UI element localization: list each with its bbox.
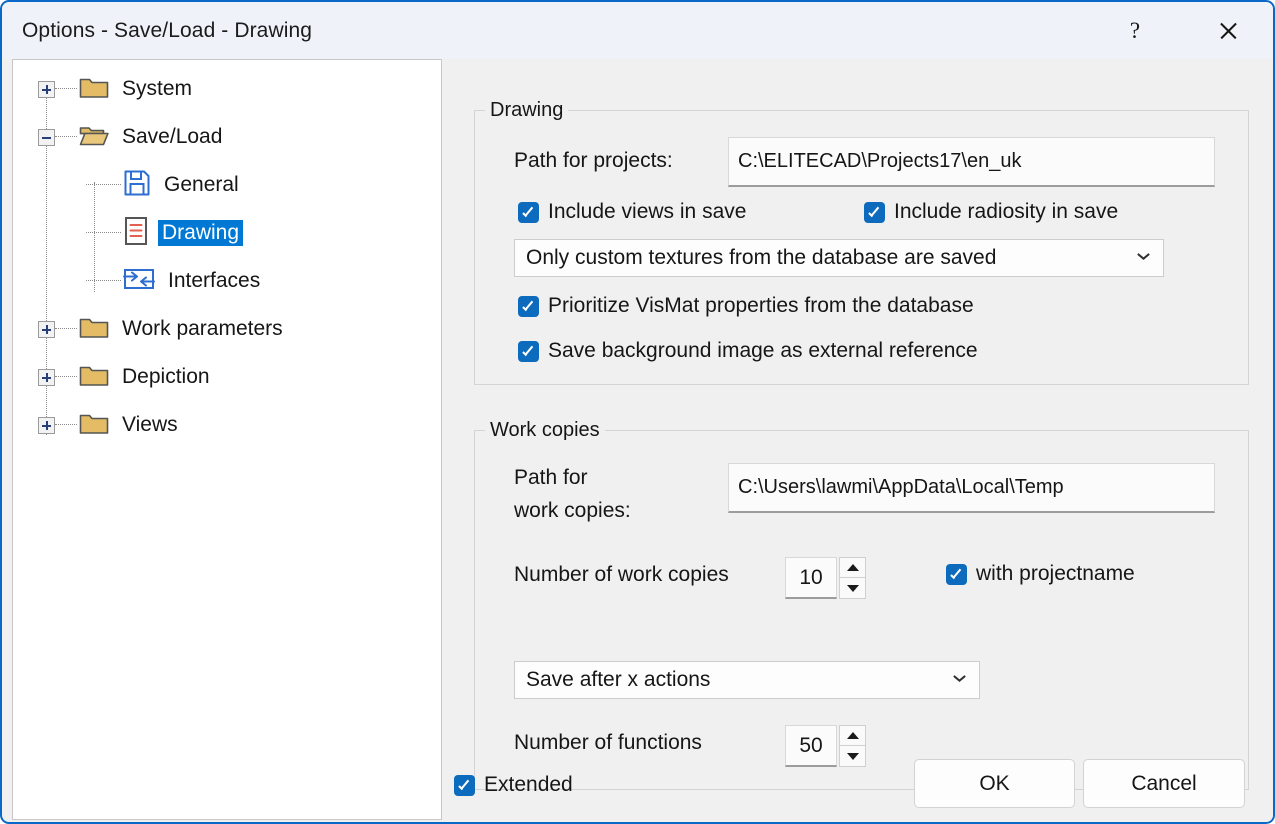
- save-background-image-label: Save background image as external refere…: [548, 339, 978, 363]
- number-of-functions-spinner[interactable]: 50: [785, 725, 866, 767]
- settings-content-pane: Drawing Path for projects: C:\ELITECAD\P…: [442, 59, 1273, 822]
- prioritize-vismat-checkbox[interactable]: Prioritize VisMat properties from the da…: [518, 294, 974, 318]
- number-of-functions-value[interactable]: 50: [785, 725, 837, 767]
- tree-item-views[interactable]: Views: [38, 408, 182, 442]
- tree-connector-line: [55, 88, 77, 90]
- spinner-up-button[interactable]: [839, 557, 866, 578]
- expand-plus-icon[interactable]: [38, 81, 55, 98]
- checkbox-checked-icon: [454, 775, 475, 796]
- drawing-groupbox: Drawing Path for projects: C:\ELITECAD\P…: [474, 110, 1249, 385]
- title-bar: Options - Save/Load - Drawing ?: [2, 2, 1273, 59]
- tree-connector-line: [55, 376, 77, 378]
- tree-connector-line: [55, 136, 77, 138]
- path-for-projects-label: Path for projects:: [514, 149, 673, 173]
- cancel-button[interactable]: Cancel: [1083, 759, 1245, 808]
- spinner-down-button[interactable]: [839, 746, 866, 767]
- triangle-up-icon: [847, 564, 859, 571]
- save-mode-combobox[interactable]: Save after x actions: [514, 661, 980, 699]
- options-dialog-window: Options - Save/Load - Drawing ? System: [0, 0, 1275, 824]
- checkbox-checked-icon: [864, 202, 885, 223]
- include-views-checkbox[interactable]: Include views in save: [518, 200, 746, 224]
- prioritize-vismat-label: Prioritize VisMat properties from the da…: [548, 294, 974, 318]
- floppy-disk-icon: [123, 169, 151, 202]
- path-for-work-copies-label-line2: work copies:: [514, 499, 631, 523]
- expand-plus-icon[interactable]: [38, 321, 55, 338]
- number-of-work-copies-label: Number of work copies: [514, 563, 729, 587]
- collapse-minus-icon[interactable]: [38, 129, 55, 146]
- close-icon: [1218, 20, 1239, 41]
- tree-connector-line: [55, 424, 77, 426]
- drawing-groupbox-title: Drawing: [485, 99, 568, 122]
- spinner-buttons: [839, 557, 866, 599]
- with-projectname-checkbox[interactable]: with projectname: [946, 562, 1135, 586]
- tree-item-general[interactable]: General: [86, 168, 243, 202]
- extended-checkbox[interactable]: Extended: [454, 773, 573, 797]
- path-for-work-copies-input[interactable]: C:\Users\lawmi\AppData\Local\Temp: [728, 463, 1215, 513]
- tree-item-interfaces[interactable]: Interfaces: [86, 264, 264, 298]
- interfaces-arrows-icon: [123, 266, 155, 297]
- tree-item-label: General: [160, 172, 243, 198]
- tree-item-system[interactable]: System: [38, 72, 196, 106]
- tree-item-label: Drawing: [158, 220, 243, 246]
- document-lines-icon: [123, 216, 149, 251]
- texture-save-mode-combobox[interactable]: Only custom textures from the database a…: [514, 239, 1164, 277]
- expand-plus-icon[interactable]: [38, 417, 55, 434]
- include-views-label: Include views in save: [548, 200, 746, 224]
- folder-closed-icon: [79, 75, 109, 104]
- close-button[interactable]: [1197, 2, 1259, 59]
- path-for-projects-input[interactable]: C:\ELITECAD\Projects17\en_uk: [728, 137, 1215, 187]
- save-mode-value: Save after x actions: [526, 668, 710, 692]
- tree-item-label: Work parameters: [118, 316, 287, 342]
- checkbox-checked-icon: [518, 341, 539, 362]
- folder-closed-icon: [79, 363, 109, 392]
- work-copies-groupbox: Work copies Path for work copies: C:\Use…: [474, 430, 1249, 790]
- tree-item-work-parameters[interactable]: Work parameters: [38, 312, 287, 346]
- with-projectname-label: with projectname: [976, 562, 1135, 586]
- number-of-work-copies-spinner[interactable]: 10: [785, 557, 866, 599]
- include-radiosity-label: Include radiosity in save: [894, 200, 1118, 224]
- navigation-tree-panel[interactable]: System Save/Load: [12, 59, 442, 820]
- tree-item-drawing[interactable]: Drawing: [86, 216, 243, 250]
- checkbox-checked-icon: [518, 296, 539, 317]
- tree-item-depiction[interactable]: Depiction: [38, 360, 214, 394]
- triangle-up-icon: [847, 732, 859, 739]
- chevron-down-icon: [954, 673, 965, 684]
- triangle-down-icon: [847, 585, 859, 592]
- folder-closed-icon: [79, 411, 109, 440]
- spinner-buttons: [839, 725, 866, 767]
- folder-open-icon: [79, 123, 109, 152]
- window-title: Options - Save/Load - Drawing: [22, 19, 312, 43]
- path-for-work-copies-label-line1: Path for: [514, 466, 588, 490]
- tree-connector-line: [86, 232, 121, 234]
- expand-plus-icon[interactable]: [38, 369, 55, 386]
- number-of-work-copies-value[interactable]: 10: [785, 557, 837, 599]
- work-copies-groupbox-title: Work copies: [485, 419, 605, 442]
- tree-connector-line: [86, 280, 121, 282]
- chevron-down-icon: [1138, 251, 1149, 262]
- tree-item-label: Interfaces: [164, 268, 264, 294]
- triangle-down-icon: [847, 753, 859, 760]
- spinner-down-button[interactable]: [839, 578, 866, 599]
- tree-item-label: System: [118, 76, 196, 102]
- checkbox-checked-icon: [946, 564, 967, 585]
- save-background-image-checkbox[interactable]: Save background image as external refere…: [518, 339, 978, 363]
- texture-save-mode-value: Only custom textures from the database a…: [526, 246, 996, 270]
- checkbox-checked-icon: [518, 202, 539, 223]
- include-radiosity-checkbox[interactable]: Include radiosity in save: [864, 200, 1118, 224]
- tree-connector-line: [86, 184, 121, 186]
- question-mark-icon: ?: [1130, 19, 1140, 42]
- help-button[interactable]: ?: [1104, 2, 1166, 59]
- ok-button[interactable]: OK: [914, 759, 1075, 808]
- spinner-up-button[interactable]: [839, 725, 866, 746]
- number-of-functions-label: Number of functions: [514, 731, 702, 755]
- tree-item-label: Views: [118, 412, 182, 438]
- tree-item-save-load[interactable]: Save/Load: [38, 120, 226, 154]
- tree-item-label: Save/Load: [118, 124, 226, 150]
- tree-connector-line: [55, 328, 77, 330]
- extended-label: Extended: [484, 773, 573, 797]
- tree-item-label: Depiction: [118, 364, 214, 390]
- extended-checkbox-inner: Extended: [454, 773, 573, 797]
- folder-closed-icon: [79, 315, 109, 344]
